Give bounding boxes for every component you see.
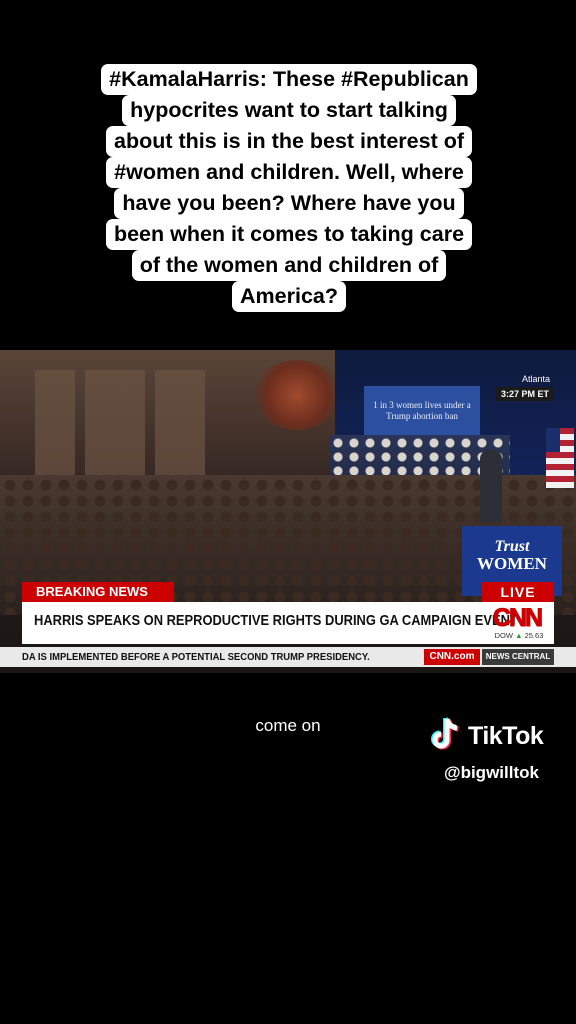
creator-handle: @bigwilltok <box>444 763 539 782</box>
dow-ticker: DOW ▲ 25.63 <box>488 631 550 640</box>
location-label: Atlanta <box>521 374 550 384</box>
video-frame[interactable]: 1 in 3 women lives under a Trump abortio… <box>0 350 576 673</box>
caption-line: have you been? Where have you <box>114 188 464 219</box>
tiktok-watermark: TikTok <box>424 716 564 756</box>
location-time-bug: Atlanta 3:27 PM ET <box>482 374 554 402</box>
podium-text-women: WOMEN <box>477 554 547 573</box>
speaker-figure <box>480 450 502 522</box>
caption-overlay: #KamalaHarris: These #Republican hypocri… <box>70 64 508 312</box>
breaking-news-label: BREAKING NEWS <box>22 582 174 602</box>
cnn-logo: CNN <box>492 604 543 632</box>
time-label: 3:27 PM ET <box>495 387 554 401</box>
wall-panel <box>155 370 205 490</box>
wall-panel <box>35 370 75 490</box>
dow-label: DOW <box>494 631 513 640</box>
caption-line: #women and children. Well, where <box>106 157 472 188</box>
caption-line: been when it comes to taking care <box>105 219 473 250</box>
tiktok-wordmark: TikTok <box>468 722 544 750</box>
american-flag <box>546 428 574 488</box>
stage-light <box>252 360 342 430</box>
ticker-section-badge: NEWS CENTRAL <box>482 649 554 665</box>
dow-change: 25.63 <box>524 631 544 640</box>
news-ticker: DA IS IMPLEMENTED BEFORE A POTENTIAL SEC… <box>0 647 576 667</box>
caption-line: about this is in the best interest of <box>105 126 472 157</box>
tiktok-logo-icon <box>431 717 459 750</box>
up-arrow-icon: ▲ <box>515 631 523 640</box>
caption-line: #KamalaHarris: These #Republican <box>101 64 477 95</box>
caption-line: of the women and children of <box>131 250 447 281</box>
live-badge: LIVE <box>482 582 554 602</box>
ticker-text: DA IS IMPLEMENTED BEFORE A POTENTIAL SEC… <box>22 651 370 663</box>
ticker-site-badge: CNN.com <box>424 649 480 665</box>
caption-line: America? <box>232 281 346 312</box>
wall-panel <box>85 370 145 490</box>
news-headline-bar: HARRIS SPEAKS ON REPRODUCTIVE RIGHTS DUR… <box>22 602 554 644</box>
news-headline: HARRIS SPEAKS ON REPRODUCTIVE RIGHTS DUR… <box>34 612 518 629</box>
caption-line: hypocrites want to start talking <box>122 95 456 126</box>
